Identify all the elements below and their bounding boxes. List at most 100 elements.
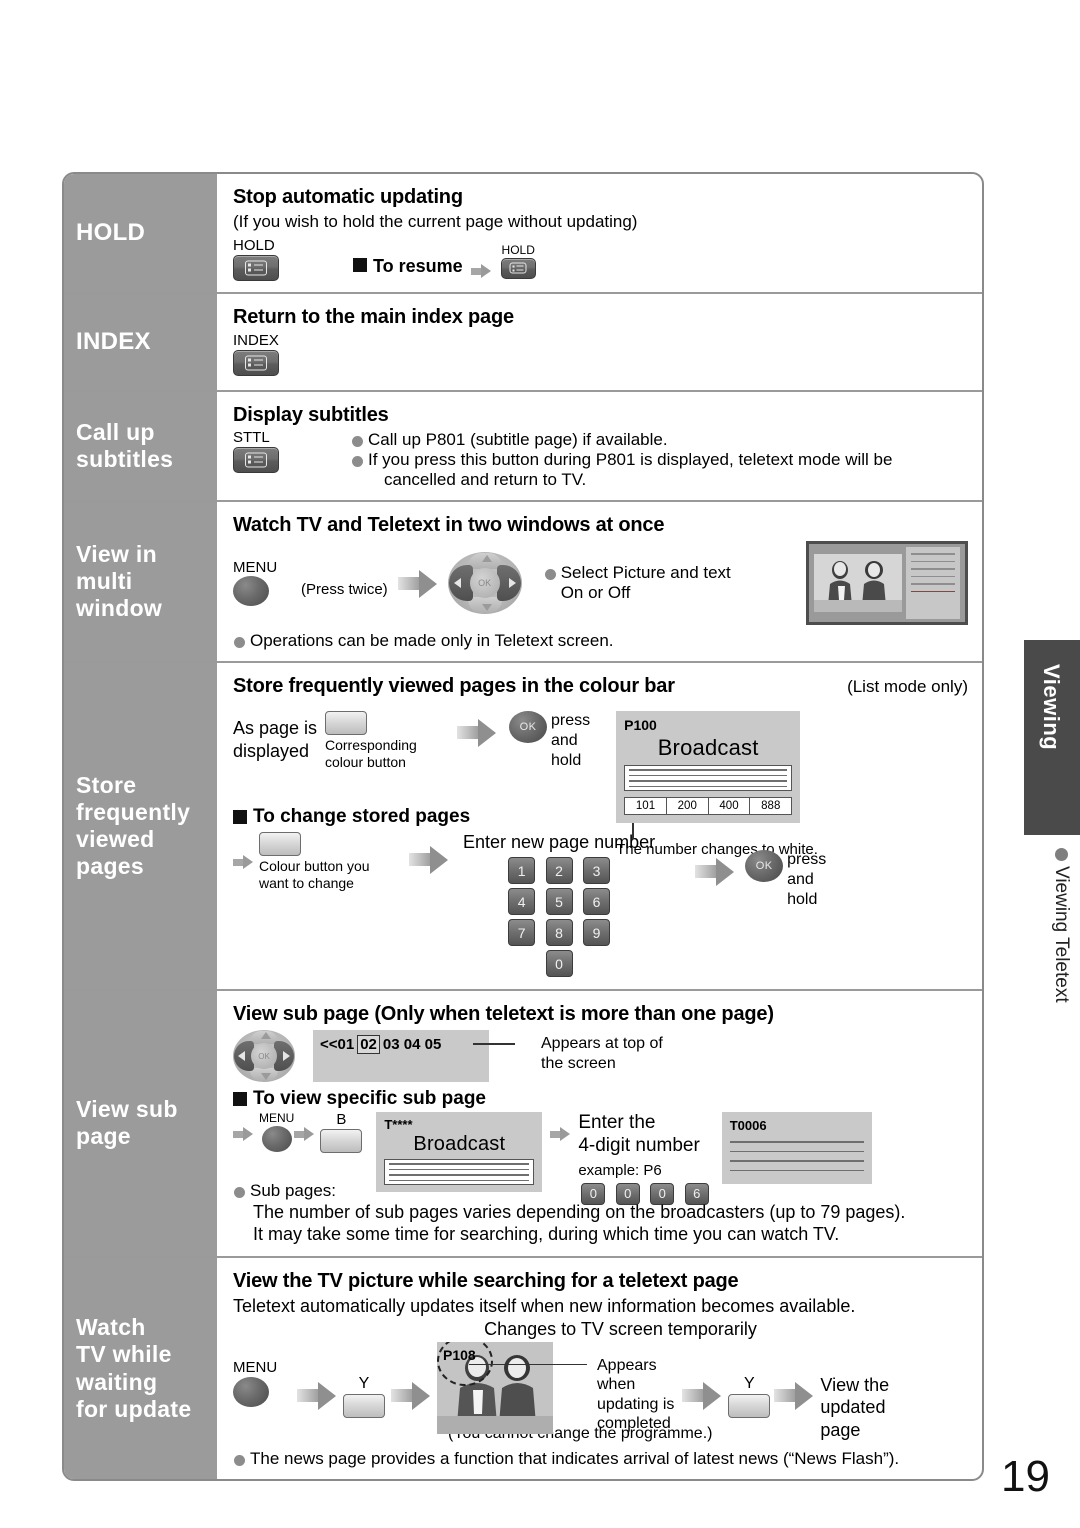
- arrow-right-icon: [550, 1126, 572, 1142]
- num-key[interactable]: 8: [545, 919, 573, 947]
- blue-colour-button[interactable]: [320, 1128, 363, 1153]
- key-caption-sttl: STTL: [233, 429, 270, 446]
- section-heading: Stop automatic updating: [233, 186, 463, 208]
- arrow-right-icon: [391, 1380, 431, 1410]
- colour-button-to-change[interactable]: [259, 832, 301, 857]
- appears-line1: Appears at top of: [541, 1035, 663, 1053]
- view-updated-line: updated: [820, 1397, 886, 1418]
- num-key[interactable]: 4: [508, 888, 536, 916]
- table-row: INDEX Return to the main index page INDE…: [64, 294, 982, 392]
- row-label-store-pages: Store frequently viewed pages: [64, 663, 219, 990]
- bullet-item: If you press this button during P801 is …: [351, 450, 968, 470]
- row-body-store-pages: Store frequently viewed pages in the col…: [219, 663, 982, 989]
- screen-title: Broadcast: [413, 1133, 506, 1156]
- yellow-colour-button-2[interactable]: [728, 1393, 771, 1418]
- dpad-control[interactable]: OK: [233, 1030, 295, 1083]
- num-key[interactable]: 2: [545, 857, 573, 885]
- colour-change-line1: Colour button you: [259, 858, 370, 875]
- enter-line1: Enter the: [578, 1112, 656, 1134]
- row-label-hold: HOLD: [64, 174, 219, 292]
- row-label-index: INDEX: [64, 294, 219, 390]
- arrow-right-icon: [409, 844, 449, 875]
- num-key[interactable]: 9: [583, 919, 611, 947]
- section-subtext: Teletext automatically updates itself wh…: [233, 1295, 856, 1316]
- key-caption-menu: MENU: [233, 558, 278, 576]
- dpad-control[interactable]: OK: [447, 552, 522, 615]
- table-row: Call up subtitles Display subtitles STTL…: [64, 392, 982, 503]
- num-key[interactable]: 6: [583, 888, 611, 916]
- row-label-line2: subtitles: [76, 446, 174, 473]
- subpage-selected: 02: [357, 1035, 380, 1055]
- subpage-prefix: <<01: [320, 1036, 355, 1054]
- side-tab-viewing: Viewing: [1024, 640, 1080, 835]
- change-stored-pages-heading: To change stored pages: [233, 806, 968, 828]
- screen-page-number: T****: [384, 1117, 413, 1133]
- operations-note: Operations can be made only in Teletext …: [233, 631, 968, 651]
- num-key[interactable]: 0: [545, 950, 573, 978]
- sttl-button[interactable]: [233, 446, 279, 473]
- example-label: example: P6: [578, 1161, 662, 1179]
- section-subtext: (If you wish to hold the current page wi…: [233, 212, 638, 231]
- row-body-multi-window: Watch TV and Teletext in two windows at …: [219, 502, 982, 661]
- num-key[interactable]: 5: [545, 888, 573, 916]
- menu-button[interactable]: [261, 1125, 292, 1152]
- ok-button[interactable]: OK: [509, 711, 547, 744]
- teletext-function-table: HOLD Stop automatic updating (If you wis…: [62, 172, 984, 1482]
- num-key[interactable]: 3: [583, 857, 611, 885]
- hold-button-resume[interactable]: [500, 257, 536, 279]
- section-heading: Watch TV and Teletext in two windows at …: [233, 514, 665, 537]
- menu-button[interactable]: [233, 576, 269, 607]
- teletext-screen-t0006: T0006: [721, 1112, 872, 1185]
- displayed-label: displayed: [233, 740, 310, 761]
- page-number: 19: [1001, 1452, 1050, 1501]
- arrow-right-icon: [397, 568, 438, 599]
- row-label-line3: viewed: [76, 826, 155, 853]
- sub-pages-bullet-head: Sub pages:: [233, 1181, 968, 1201]
- screen-page-number: T0006: [729, 1118, 767, 1134]
- index-button[interactable]: [233, 349, 279, 376]
- row-body-view-sub-page: View sub page (Only when teletext is mor…: [219, 991, 982, 1256]
- row-label-line4: pages: [76, 853, 144, 880]
- view-updated-line: View the: [820, 1374, 890, 1395]
- key-caption-y-2: Y: [744, 1374, 755, 1392]
- num-key[interactable]: 7: [508, 919, 536, 947]
- ok-label: OK: [251, 1043, 277, 1070]
- section-heading: Display subtitles: [233, 404, 389, 426]
- arrow-right-icon: [695, 856, 735, 887]
- key-caption-b: B: [336, 1111, 347, 1129]
- hold-glyph-icon: [509, 262, 527, 274]
- hold-button[interactable]: [233, 254, 279, 281]
- colour-button[interactable]: [325, 711, 367, 736]
- tv-screen-p108: P108: [437, 1341, 553, 1434]
- row-body-subtitles: Display subtitles STTL Call up P801 (sub…: [219, 392, 982, 500]
- row-label-line1: View in: [76, 540, 157, 567]
- tv-multiwindow-illustration: [806, 541, 968, 626]
- bullet-item: Call up P801 (subtitle page) if availabl…: [351, 430, 968, 450]
- corresponding-line1: Corresponding: [325, 737, 417, 754]
- arrow-right-icon: [774, 1380, 814, 1410]
- yellow-colour-button[interactable]: [343, 1393, 385, 1418]
- arrow-right-icon: [682, 1380, 722, 1410]
- row-label-line2: TV while: [76, 1341, 172, 1368]
- menu-button[interactable]: [233, 1376, 269, 1407]
- appears-line: updating is: [597, 1395, 675, 1413]
- side-sub-label: Viewing Teletext: [1051, 866, 1072, 1003]
- section-heading: View the TV picture while searching for …: [233, 1269, 739, 1292]
- ok-label: OK: [469, 568, 500, 599]
- num-key[interactable]: 1: [508, 857, 536, 885]
- row-body-hold: Stop automatic updating (If you wish to …: [219, 174, 982, 292]
- row-label-line3: waiting: [76, 1368, 158, 1395]
- key-caption-menu: MENU: [259, 1111, 295, 1126]
- arrow-right-icon: [233, 1126, 255, 1142]
- key-caption-hold-2: HOLD: [501, 243, 535, 258]
- corresponding-line2: colour button: [325, 753, 406, 770]
- arrow-right-icon: [457, 717, 497, 748]
- appears-line: Appears: [597, 1356, 657, 1374]
- key-caption-menu: MENU: [233, 1358, 278, 1376]
- changes-temporarily-note: Changes to TV screen temporarily: [484, 1318, 757, 1339]
- bullet-dot-icon: [1054, 848, 1068, 861]
- screen-title: Broadcast: [657, 735, 759, 761]
- key-caption-index: INDEX: [233, 332, 279, 349]
- and-label: and: [787, 871, 814, 889]
- ok-button-confirm[interactable]: OK: [745, 850, 784, 883]
